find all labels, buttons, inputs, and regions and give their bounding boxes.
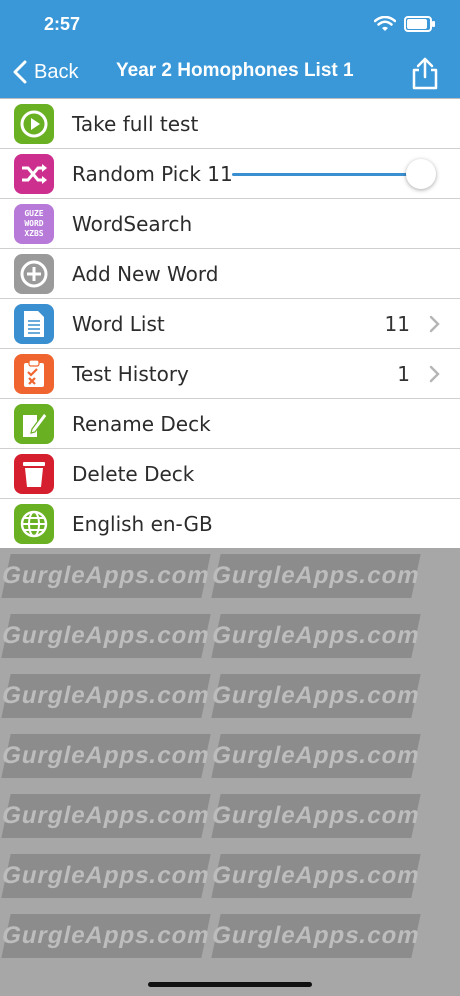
watermark-logo: GurgleApps.com xyxy=(210,614,423,658)
watermark-row: GurgleApps.com GurgleApps.com xyxy=(0,674,423,718)
navigation-header: 2:57 Back Year 2 Homophones List 1 xyxy=(0,0,460,98)
watermark-logo: GurgleApps.com xyxy=(210,674,423,718)
wordsearch-icon-text: GUZE WORD XZBS xyxy=(24,208,44,238)
chevron-right-icon xyxy=(429,365,440,382)
word-count: 11 xyxy=(384,311,410,336)
status-icons xyxy=(374,16,435,32)
watermark-logo: GurgleApps.com xyxy=(210,794,423,838)
watermark-logo: GurgleApps.com xyxy=(0,794,213,838)
delete-deck-row[interactable]: Delete Deck xyxy=(0,448,460,498)
watermark-logo: GurgleApps.com xyxy=(0,614,213,658)
watermark-row: GurgleApps.com GurgleApps.com xyxy=(0,554,423,598)
watermark-logo: GurgleApps.com xyxy=(210,554,423,598)
take-full-test-row[interactable]: Take full test xyxy=(0,98,460,148)
clipboard-icon xyxy=(14,353,54,394)
page-title: Year 2 Homophones List 1 xyxy=(116,60,354,81)
watermark-logo: GurgleApps.com xyxy=(0,914,213,958)
globe-icon xyxy=(14,503,54,544)
home-indicator[interactable] xyxy=(148,982,312,987)
add-new-word-label: Add New Word xyxy=(72,261,219,286)
status-time: 2:57 xyxy=(44,14,81,34)
watermark-row: GurgleApps.com GurgleApps.com xyxy=(0,854,423,898)
trash-icon xyxy=(14,453,54,494)
watermark-logo: GurgleApps.com xyxy=(210,734,423,778)
document-icon xyxy=(14,303,54,344)
rename-deck-label: Rename Deck xyxy=(72,411,211,436)
watermark-logo: GurgleApps.com xyxy=(0,554,213,598)
take-full-test-label: Take full test xyxy=(72,111,199,136)
watermark-background: GurgleApps.com GurgleApps.com GurgleApps… xyxy=(0,548,460,996)
watermark-logo: GurgleApps.com xyxy=(210,854,423,898)
watermark-logo: GurgleApps.com xyxy=(0,734,213,778)
test-history-row[interactable]: Test History 1 xyxy=(0,348,460,398)
wordsearch-label: WordSearch xyxy=(72,211,193,236)
random-pick-slider-thumb[interactable] xyxy=(406,159,436,189)
random-pick-row[interactable]: Random Pick 11 xyxy=(0,148,460,198)
language-row[interactable]: English en-GB xyxy=(0,498,460,548)
wifi-icon xyxy=(374,16,396,31)
watermark-row: GurgleApps.com GurgleApps.com xyxy=(0,614,423,658)
chevron-right-icon xyxy=(429,315,440,332)
delete-deck-label: Delete Deck xyxy=(72,461,195,486)
word-list-label: Word List xyxy=(72,311,165,336)
battery-icon xyxy=(404,16,435,32)
test-history-label: Test History xyxy=(72,361,189,386)
watermark-logo: GurgleApps.com xyxy=(0,854,213,898)
back-button[interactable]: Back xyxy=(12,60,78,84)
language-label: English en-GB xyxy=(72,511,213,536)
watermark-logo: GurgleApps.com xyxy=(210,914,423,958)
shuffle-icon xyxy=(14,153,54,194)
play-icon xyxy=(14,103,54,144)
test-history-count: 1 xyxy=(397,361,410,386)
word-list-row[interactable]: Word List 11 xyxy=(0,298,460,348)
rename-deck-row[interactable]: Rename Deck xyxy=(0,398,460,448)
watermark-logo: GurgleApps.com xyxy=(0,674,213,718)
chevron-left-icon xyxy=(13,60,27,84)
share-icon[interactable] xyxy=(410,56,440,90)
back-label: Back xyxy=(34,60,79,83)
watermark-row: GurgleApps.com GurgleApps.com xyxy=(0,914,423,958)
random-pick-label: Random Pick 11 xyxy=(72,161,233,186)
wordsearch-row[interactable]: GUZE WORD XZBS WordSearch xyxy=(0,198,460,248)
watermark-row: GurgleApps.com GurgleApps.com xyxy=(0,794,423,838)
watermark-row: GurgleApps.com GurgleApps.com xyxy=(0,734,423,778)
random-pick-slider-track[interactable] xyxy=(232,173,422,176)
pencil-note-icon xyxy=(14,403,54,444)
wordsearch-icon: GUZE WORD XZBS xyxy=(14,203,54,244)
plus-circle-icon xyxy=(14,253,54,294)
deck-menu-list: Take full test Random Pick 11 GUZE WORD … xyxy=(0,98,460,548)
add-new-word-row[interactable]: Add New Word xyxy=(0,248,460,298)
